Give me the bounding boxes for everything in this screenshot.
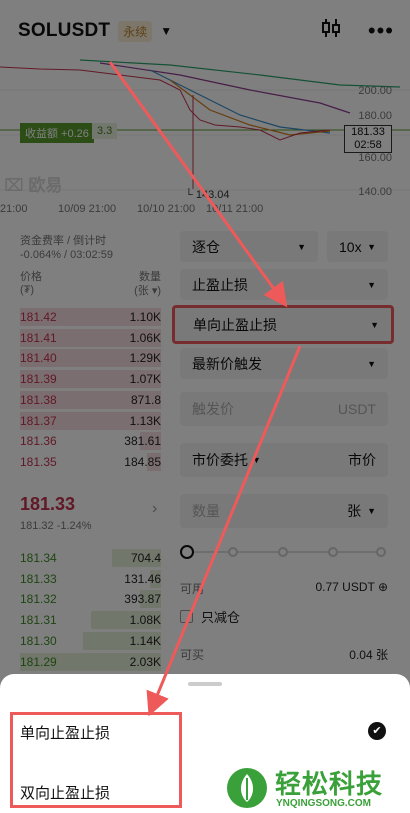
logo-url: YNQINGSONG.COM <box>276 798 372 809</box>
logo-text: 轻松科技 <box>275 770 384 800</box>
annotation-highlight-box <box>10 712 182 808</box>
leaf-logo-icon <box>227 768 267 808</box>
checkmark-icon: ✔ <box>368 722 386 740</box>
sheet-drag-handle[interactable] <box>188 682 222 686</box>
brand-logo: 轻松科技 YNQINGSONG.COM <box>224 762 410 813</box>
